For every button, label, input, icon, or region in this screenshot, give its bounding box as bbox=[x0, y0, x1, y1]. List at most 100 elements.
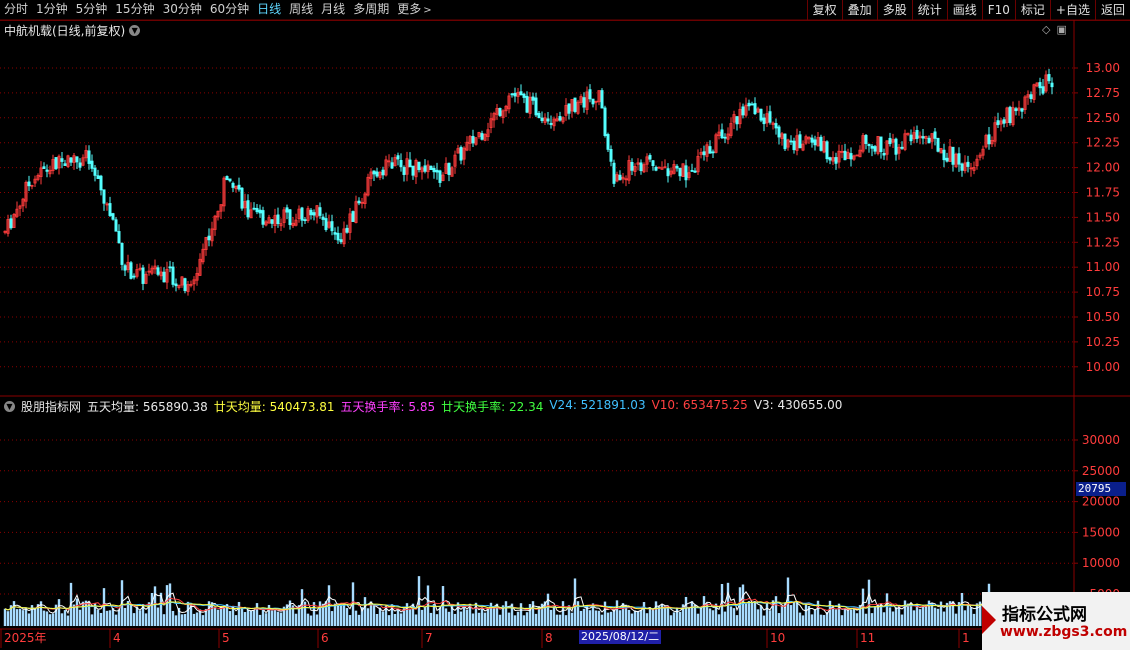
volume-bar bbox=[927, 600, 931, 626]
candle-body bbox=[531, 96, 535, 101]
volume-bar bbox=[195, 612, 199, 626]
toolbar-button-4[interactable]: 画线 bbox=[946, 0, 982, 20]
candle-body bbox=[171, 266, 175, 285]
window-icon[interactable]: ▣ bbox=[1056, 23, 1066, 36]
volume-bar bbox=[543, 601, 547, 626]
candle-body bbox=[237, 184, 241, 190]
volume-ma3-line bbox=[4, 590, 1053, 615]
tab-period-10[interactable]: 更多 > bbox=[393, 2, 435, 16]
volume-bar bbox=[465, 609, 469, 626]
candle-body bbox=[471, 135, 475, 144]
toolbar-button-5[interactable]: F10 bbox=[981, 0, 1015, 20]
candle-body bbox=[933, 131, 937, 139]
chevron-down-icon[interactable]: ▼ bbox=[4, 401, 15, 412]
tab-period-1[interactable]: 1分钟 bbox=[32, 2, 72, 16]
volume-bar bbox=[738, 587, 742, 626]
volume-bar bbox=[903, 600, 907, 626]
toolbar-button-2[interactable]: 多股 bbox=[876, 0, 912, 20]
watermark-url: www.zbgs3.com bbox=[1000, 624, 1128, 640]
candle-body bbox=[621, 176, 625, 180]
volume-bar bbox=[882, 612, 886, 626]
tab-period-4[interactable]: 30分钟 bbox=[159, 2, 206, 16]
candle-body bbox=[180, 276, 184, 286]
volume-bar bbox=[564, 615, 568, 626]
toolbar-button-3[interactable]: 统计 bbox=[911, 0, 947, 20]
candlesticks bbox=[3, 68, 1054, 296]
volume-bar bbox=[255, 603, 259, 626]
volume-bar bbox=[273, 609, 277, 626]
diamond-icon[interactable]: ◇ bbox=[1042, 23, 1050, 36]
candle-body bbox=[612, 162, 616, 184]
candle-body bbox=[849, 153, 853, 160]
candle-body bbox=[321, 216, 325, 220]
candle-body bbox=[657, 166, 661, 169]
candle-body bbox=[102, 189, 106, 204]
candle-body bbox=[183, 278, 187, 292]
toolbar-button-1[interactable]: 叠加 bbox=[841, 0, 877, 20]
candle-body bbox=[303, 219, 307, 222]
volume-bar bbox=[60, 613, 64, 626]
volume-bar bbox=[174, 615, 178, 626]
candle-body bbox=[771, 122, 775, 125]
chevron-right-icon: > bbox=[423, 5, 432, 16]
chevron-down-icon[interactable]: ▼ bbox=[129, 25, 141, 36]
tab-period-3[interactable]: 15分钟 bbox=[111, 2, 158, 16]
candle-body bbox=[552, 118, 556, 127]
volume-bar bbox=[453, 613, 457, 626]
volume-bar bbox=[348, 615, 352, 626]
volume-bar bbox=[978, 601, 982, 626]
volume-bar bbox=[369, 601, 373, 626]
volume-bar bbox=[27, 613, 31, 626]
date-tick-label: 10 bbox=[770, 631, 785, 645]
candle-body bbox=[852, 155, 856, 160]
candle-body bbox=[717, 131, 721, 137]
volume-bar bbox=[714, 603, 718, 626]
volume-bar bbox=[444, 608, 448, 626]
volume-bar bbox=[969, 607, 973, 626]
toolbar-button-8[interactable]: 返回 bbox=[1094, 0, 1130, 20]
tab-period-7[interactable]: 周线 bbox=[285, 2, 317, 16]
candle-body bbox=[840, 151, 844, 153]
volume-bar bbox=[462, 605, 466, 626]
volume-bar bbox=[963, 610, 967, 626]
chart-title: 中航机载(日线,前复权) ▼ bbox=[4, 22, 141, 39]
volume-bar bbox=[78, 609, 82, 626]
candle-body bbox=[327, 221, 331, 228]
volume-bar bbox=[648, 607, 652, 626]
volume-bar bbox=[777, 613, 781, 626]
candle-body bbox=[114, 219, 118, 232]
volume-bar bbox=[684, 596, 688, 626]
candle-body bbox=[315, 205, 319, 218]
tab-period-9[interactable]: 多周期 bbox=[349, 2, 393, 16]
indicator-header: ▼ 股朋指标网 五天均量: 565890.38 廿天均量: 540473.81 五天… bbox=[4, 398, 842, 415]
candle-body bbox=[669, 170, 673, 175]
price-tick-label: 10.00 bbox=[1086, 360, 1120, 374]
candle-body bbox=[591, 98, 595, 105]
tab-period-0[interactable]: 分时 bbox=[0, 2, 32, 16]
candle-body bbox=[942, 149, 946, 161]
candle-body bbox=[300, 207, 304, 221]
tab-period-8[interactable]: 月线 bbox=[317, 2, 349, 16]
volume-bar bbox=[201, 615, 205, 626]
toolbar-button-7[interactable]: +自选 bbox=[1049, 0, 1095, 20]
tab-period-5[interactable]: 60分钟 bbox=[206, 2, 253, 16]
volume-bar bbox=[885, 593, 889, 626]
candle-body bbox=[627, 160, 631, 181]
candle-body bbox=[555, 118, 559, 122]
volume-bar bbox=[183, 613, 187, 626]
toolbar-button-0[interactable]: 复权 bbox=[806, 0, 842, 20]
candle-body bbox=[429, 165, 433, 171]
candle-body bbox=[387, 160, 391, 163]
volume-bar bbox=[207, 601, 211, 626]
volume-bar bbox=[933, 607, 937, 626]
volume-bar bbox=[351, 582, 355, 626]
candle-body bbox=[132, 275, 136, 278]
tab-period-2[interactable]: 5分钟 bbox=[72, 2, 112, 16]
volume-bar bbox=[210, 602, 214, 626]
price-tick-label: 11.75 bbox=[1086, 186, 1120, 200]
toolbar-button-6[interactable]: 标记 bbox=[1014, 0, 1050, 20]
date-tick-label: 8 bbox=[545, 631, 553, 645]
candle-body bbox=[507, 95, 511, 110]
candle-body bbox=[648, 155, 652, 160]
tab-period-6[interactable]: 日线 bbox=[253, 2, 285, 16]
